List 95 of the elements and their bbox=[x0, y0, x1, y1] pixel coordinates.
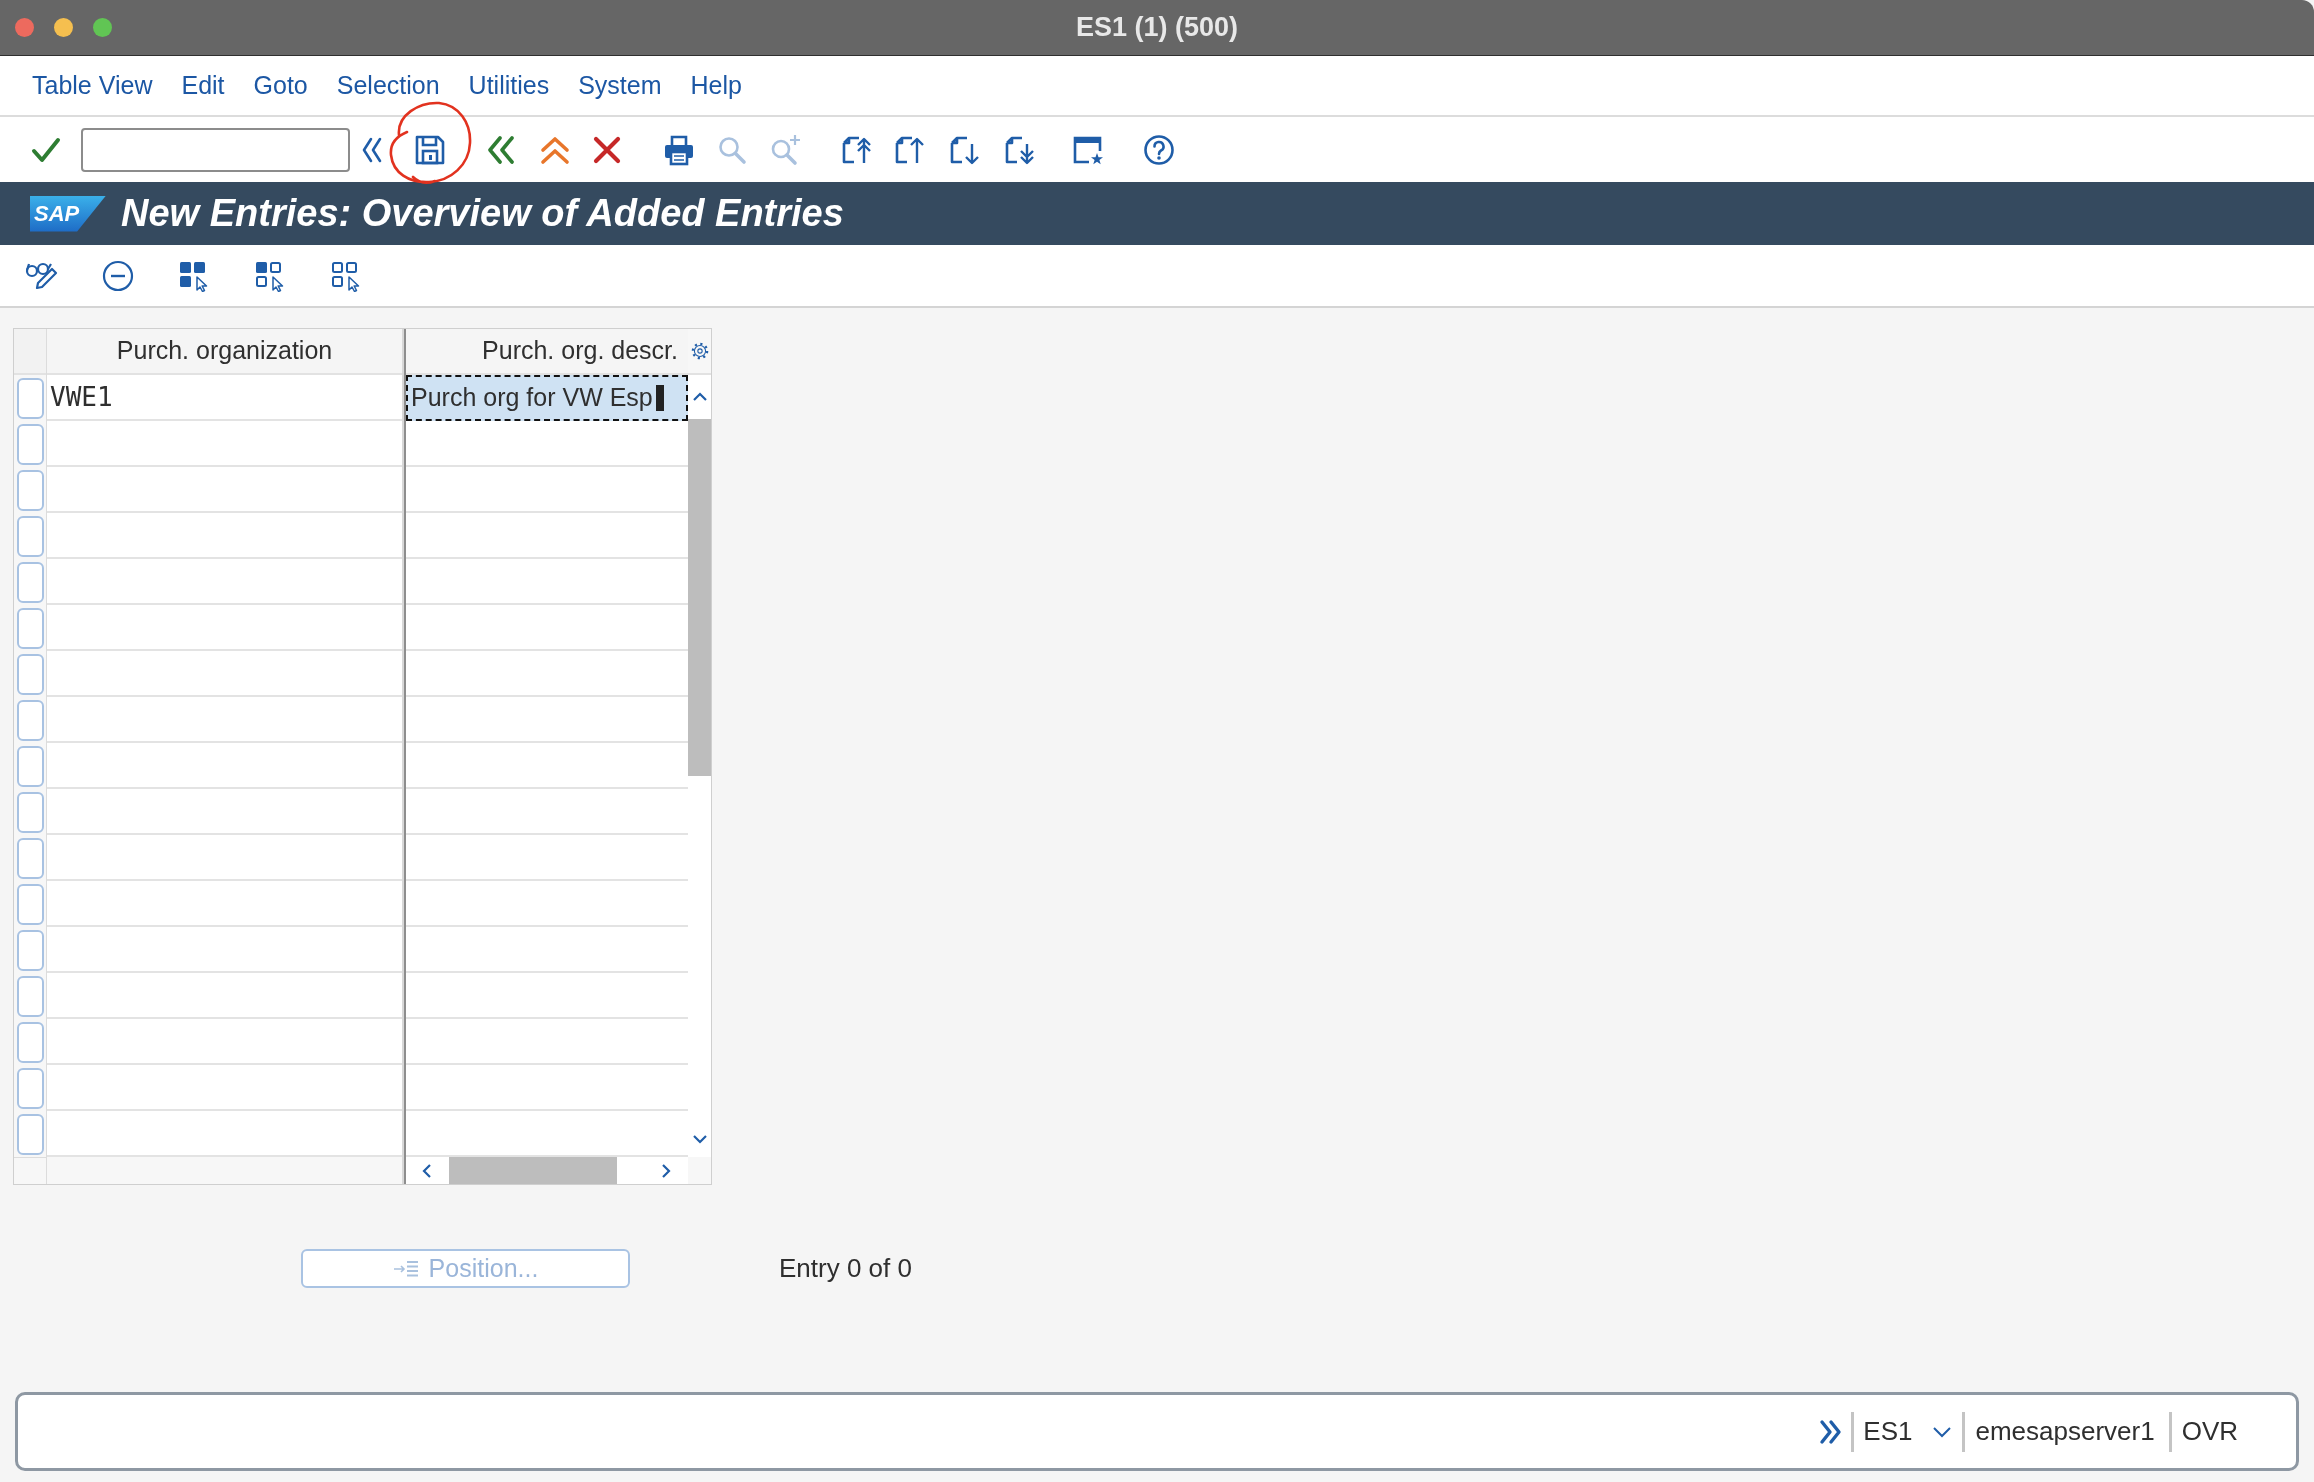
squares-cursor-icon bbox=[254, 259, 286, 292]
screen-title: New Entries: Overview of Added Entries bbox=[121, 191, 844, 236]
input-cell[interactable] bbox=[406, 1019, 688, 1065]
input-cell[interactable] bbox=[406, 973, 688, 1019]
double-chevron-right-icon[interactable] bbox=[1818, 1418, 1843, 1445]
text-cursor-icon bbox=[655, 385, 664, 411]
input-cell[interactable] bbox=[47, 651, 402, 697]
double-chevron-up-icon bbox=[539, 134, 571, 165]
input-cell[interactable] bbox=[406, 835, 688, 881]
row-selector[interactable] bbox=[16, 699, 44, 741]
input-cell[interactable] bbox=[406, 697, 688, 743]
row-selector[interactable] bbox=[16, 1113, 44, 1155]
input-cell[interactable] bbox=[47, 1065, 402, 1111]
input-cell[interactable] bbox=[47, 467, 402, 513]
input-cell[interactable] bbox=[406, 881, 688, 927]
row-selector[interactable] bbox=[16, 975, 44, 1017]
row-selector[interactable] bbox=[16, 1021, 44, 1063]
minimize-window-button[interactable] bbox=[54, 18, 73, 37]
input-cell[interactable] bbox=[47, 697, 402, 743]
chevron-left-icon[interactable] bbox=[422, 1162, 432, 1179]
row-selector[interactable] bbox=[16, 791, 44, 833]
entry-count: Entry 0 of 0 bbox=[779, 1252, 912, 1285]
input-cell[interactable] bbox=[406, 1111, 688, 1157]
command-field[interactable] bbox=[81, 127, 350, 172]
row-selector[interactable] bbox=[16, 515, 44, 557]
minus-circle-icon bbox=[102, 259, 134, 292]
row-selector[interactable] bbox=[16, 423, 44, 465]
input-cell[interactable] bbox=[406, 1065, 688, 1111]
row-selector[interactable] bbox=[16, 745, 44, 787]
chevron-down-icon bbox=[1932, 1425, 1953, 1438]
scrollbar-thumb[interactable] bbox=[688, 419, 711, 776]
double-chevron-left-icon bbox=[486, 134, 516, 165]
input-cell[interactable]: Purch org for VW Esp bbox=[406, 375, 688, 421]
search-plus-icon bbox=[769, 133, 801, 166]
cross-icon bbox=[592, 134, 622, 165]
input-cell[interactable] bbox=[47, 1019, 402, 1065]
input-cell[interactable] bbox=[47, 1111, 402, 1157]
input-cell[interactable] bbox=[47, 973, 402, 1019]
input-cell[interactable] bbox=[47, 835, 402, 881]
input-cell[interactable] bbox=[406, 927, 688, 973]
input-cell[interactable] bbox=[47, 789, 402, 835]
server-name: emesapserver1 bbox=[1975, 1415, 2155, 1448]
input-cell[interactable] bbox=[47, 881, 402, 927]
row-selector[interactable] bbox=[16, 883, 44, 925]
printer-icon bbox=[663, 133, 695, 166]
input-cell[interactable] bbox=[47, 513, 402, 559]
arrow-lines-icon bbox=[392, 1258, 419, 1279]
input-cell[interactable] bbox=[406, 559, 688, 605]
input-cell[interactable] bbox=[47, 743, 402, 789]
chevron-up-icon[interactable] bbox=[691, 392, 708, 402]
row-selector[interactable] bbox=[16, 653, 44, 695]
horizontal-scrollbar[interactable] bbox=[406, 1157, 688, 1184]
chevron-down-icon[interactable] bbox=[691, 1134, 708, 1144]
menu-item[interactable]: Edit bbox=[181, 66, 225, 105]
input-cell[interactable] bbox=[406, 743, 688, 789]
chevron-right-icon[interactable] bbox=[661, 1162, 671, 1179]
logo: SAP bbox=[30, 195, 106, 232]
help-icon bbox=[1143, 133, 1175, 166]
input-cell[interactable] bbox=[47, 927, 402, 973]
row-selector[interactable] bbox=[16, 837, 44, 879]
scrollbar-thumb[interactable] bbox=[449, 1157, 617, 1184]
input-cell[interactable]: VWE1 bbox=[47, 375, 402, 421]
empty-squares-cursor-icon bbox=[330, 259, 362, 292]
menu-item[interactable]: System bbox=[578, 66, 662, 105]
input-cell[interactable] bbox=[47, 559, 402, 605]
window-title: ES1 (1) (500) bbox=[1075, 11, 1239, 45]
vertical-scrollbar[interactable] bbox=[688, 375, 711, 1157]
menu-item[interactable]: Selection bbox=[336, 66, 440, 105]
system-dropdown[interactable]: ES1 bbox=[1863, 1412, 1953, 1451]
double-chevron-left-icon bbox=[362, 136, 382, 163]
search-icon bbox=[717, 134, 747, 165]
input-cell[interactable] bbox=[406, 605, 688, 651]
menu-item[interactable]: Goto bbox=[253, 66, 308, 105]
input-cell[interactable] bbox=[406, 421, 688, 467]
settings-icon[interactable] bbox=[690, 342, 709, 360]
input-cell[interactable] bbox=[406, 467, 688, 513]
input-cell[interactable] bbox=[47, 421, 402, 467]
row-selector[interactable] bbox=[16, 607, 44, 649]
close-window-button[interactable] bbox=[15, 18, 34, 37]
menu-item[interactable]: Help bbox=[690, 66, 742, 105]
input-cell[interactable] bbox=[406, 513, 688, 559]
input-mode: OVR bbox=[2181, 1415, 2238, 1448]
row-selector[interactable] bbox=[16, 469, 44, 511]
row-selector[interactable] bbox=[16, 377, 44, 419]
save-icon bbox=[414, 133, 446, 166]
row-selector[interactable] bbox=[16, 1067, 44, 1109]
input-cell[interactable] bbox=[47, 605, 402, 651]
row-selector[interactable] bbox=[16, 561, 44, 603]
input-cell[interactable] bbox=[406, 651, 688, 697]
row-selector[interactable] bbox=[16, 929, 44, 971]
menu-item[interactable]: Table View bbox=[32, 66, 153, 105]
input-cell[interactable] bbox=[406, 789, 688, 835]
menu-item[interactable]: Utilities bbox=[468, 66, 550, 105]
zoom-window-button[interactable] bbox=[93, 18, 112, 37]
filled-squares-cursor-icon bbox=[178, 259, 210, 292]
